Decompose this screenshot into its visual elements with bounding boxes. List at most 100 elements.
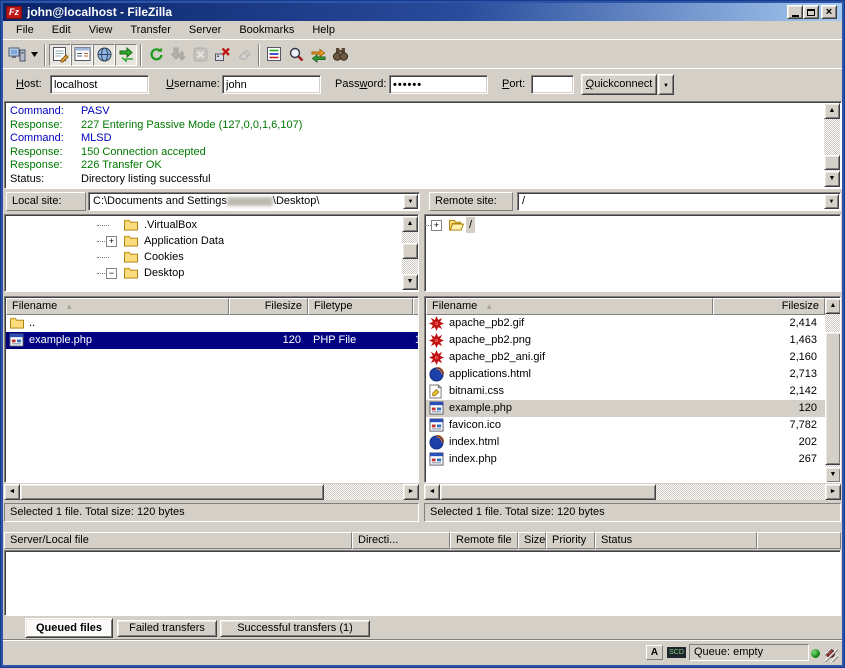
expand-icon[interactable]: + [431,220,442,231]
queue-column-spacer[interactable] [757,532,841,549]
remote-vscrollbar-thumb[interactable] [825,332,841,465]
column-header-filename[interactable]: Filename▲ [426,298,713,315]
file-row-index-html[interactable]: index.html202 [426,434,825,451]
file-name: favicon.ico [449,417,501,434]
local-hscrollbar-thumb[interactable] [20,484,324,500]
local-hscrollbar[interactable] [4,484,419,500]
toolbar-separator [258,44,260,66]
log-scrollbar-thumb[interactable] [824,155,840,170]
chevron-down-icon[interactable] [403,194,418,209]
queue-column-size[interactable]: Size [518,532,546,549]
scroll-up-icon[interactable] [825,298,841,314]
speed-limits-icon[interactable]: SCD [667,647,686,658]
column-header-modified[interactable]: L [413,298,419,315]
sync-browse-button[interactable] [307,44,329,66]
menu-item-bookmarks[interactable]: Bookmarks [230,22,303,38]
scroll-down-icon[interactable] [825,467,841,483]
site-manager-button[interactable] [6,44,28,66]
remote-hscrollbar-thumb[interactable] [440,484,656,500]
tree-item--[interactable]: +/ [425,217,840,233]
menu-item-view[interactable]: View [80,22,122,38]
password-input[interactable] [389,75,488,94]
site-manager-dropdown[interactable] [28,44,41,66]
disconnect-button[interactable] [211,44,233,66]
file-row-example-php[interactable]: example.php120PHP File1 [6,332,419,349]
minimize-button[interactable] [787,5,803,19]
file-row-favicon-ico[interactable]: favicon.ico7,782 [426,417,825,434]
tree-item-application-data[interactable]: + Application Data [5,233,418,249]
toggle-queue-button[interactable] [115,44,137,66]
tab-successful-transfers-1-[interactable]: Successful transfers (1) [220,620,370,637]
refresh-button[interactable] [145,44,167,66]
scroll-up-icon[interactable] [824,103,840,119]
expand-icon[interactable]: + [106,236,117,247]
file-row-example-php[interactable]: example.php120 [426,400,825,417]
ascii-data-type-icon[interactable]: A [646,645,663,660]
tab-queued-files[interactable]: Queued files [25,618,113,638]
scroll-down-icon[interactable] [824,171,840,187]
queue-column-priority[interactable]: Priority [546,532,595,549]
file-row-apache-pb2-ani-gif[interactable]: apache_pb2_ani.gif2,160 [426,349,825,366]
quickconnect-button[interactable]: Quickconnect [581,74,657,95]
file-row-index-php[interactable]: index.php267 [426,451,825,468]
tree-item--virtualbox[interactable]: .VirtualBox [5,217,418,233]
menu-item-help[interactable]: Help [303,22,344,38]
tree-item-label[interactable]: Application Data [141,233,227,249]
tree-item-cookies[interactable]: Cookies [5,249,418,265]
quickconnect-dropdown[interactable] [658,74,674,95]
queue-column-directi-[interactable]: Directi... [352,532,450,549]
tree-item-label[interactable]: Cookies [141,249,187,265]
toggle-local-tree-button[interactable] [71,44,93,66]
scroll-up-icon[interactable] [402,216,418,232]
tree-item-label[interactable]: / [466,217,475,233]
local-tree-scrollbar[interactable] [402,216,418,290]
local-tree-scrollbar-thumb[interactable] [402,243,418,259]
remote-vscrollbar[interactable] [825,298,841,483]
column-header-filetype[interactable]: Filetype [308,298,413,315]
queue-column-remote-file[interactable]: Remote file [450,532,518,549]
column-header-filesize[interactable]: Filesize [713,298,825,315]
toggle-remote-tree-button[interactable] [93,44,115,66]
scroll-left-icon[interactable] [4,484,20,500]
menu-item-transfer[interactable]: Transfer [121,22,180,38]
file-row-applications-html[interactable]: applications.html2,713 [426,366,825,383]
local-site-combo[interactable]: C:\Documents and Settings\Desktop\ [88,192,420,211]
queue-column-status[interactable]: Status [595,532,757,549]
scroll-left-icon[interactable] [424,484,440,500]
filter-button[interactable] [263,44,285,66]
menu-item-edit[interactable]: Edit [43,22,80,38]
maximize-button[interactable] [803,5,819,19]
tree-item-label[interactable]: .VirtualBox [141,217,200,233]
tab-failed-transfers[interactable]: Failed transfers [117,620,217,637]
menu-item-server[interactable]: Server [180,22,230,38]
close-button[interactable]: × [821,5,837,19]
scroll-right-icon[interactable] [403,484,419,500]
log-scrollbar[interactable] [824,103,840,187]
column-header-filesize[interactable]: Filesize [229,298,308,315]
tree-item-desktop[interactable]: − Desktop [5,265,418,281]
cancel-button[interactable] [189,44,211,66]
queue-column-server-local-file[interactable]: Server/Local file [4,532,352,549]
column-header-filename[interactable]: Filename▲ [6,298,229,315]
find-button[interactable] [329,44,351,66]
process-queue-button[interactable] [167,44,189,66]
remote-hscrollbar[interactable] [424,484,841,500]
scroll-down-icon[interactable] [402,274,418,290]
scroll-right-icon[interactable] [825,484,841,500]
file-row-apache-pb2-png[interactable]: apache_pb2.png1,463 [426,332,825,349]
toggle-message-log-button[interactable] [49,44,71,66]
host-input[interactable] [50,75,149,94]
chevron-down-icon[interactable] [824,194,839,209]
file-row-bitnami-css[interactable]: bitnami.css2,142 [426,383,825,400]
collapse-icon[interactable]: − [106,268,117,279]
port-input[interactable] [531,75,574,94]
remote-site-combo[interactable]: / [517,192,841,211]
username-input[interactable] [222,75,321,94]
file-row-apache-pb2-gif[interactable]: apache_pb2.gif2,414 [426,315,825,332]
clear-queue-button[interactable] [233,44,255,66]
menu-item-file[interactable]: File [7,22,43,38]
file-row--[interactable]: .. [6,315,419,332]
tree-item-label[interactable]: Desktop [141,265,187,281]
compare-button[interactable] [285,44,307,66]
resize-grip[interactable] [825,649,838,662]
